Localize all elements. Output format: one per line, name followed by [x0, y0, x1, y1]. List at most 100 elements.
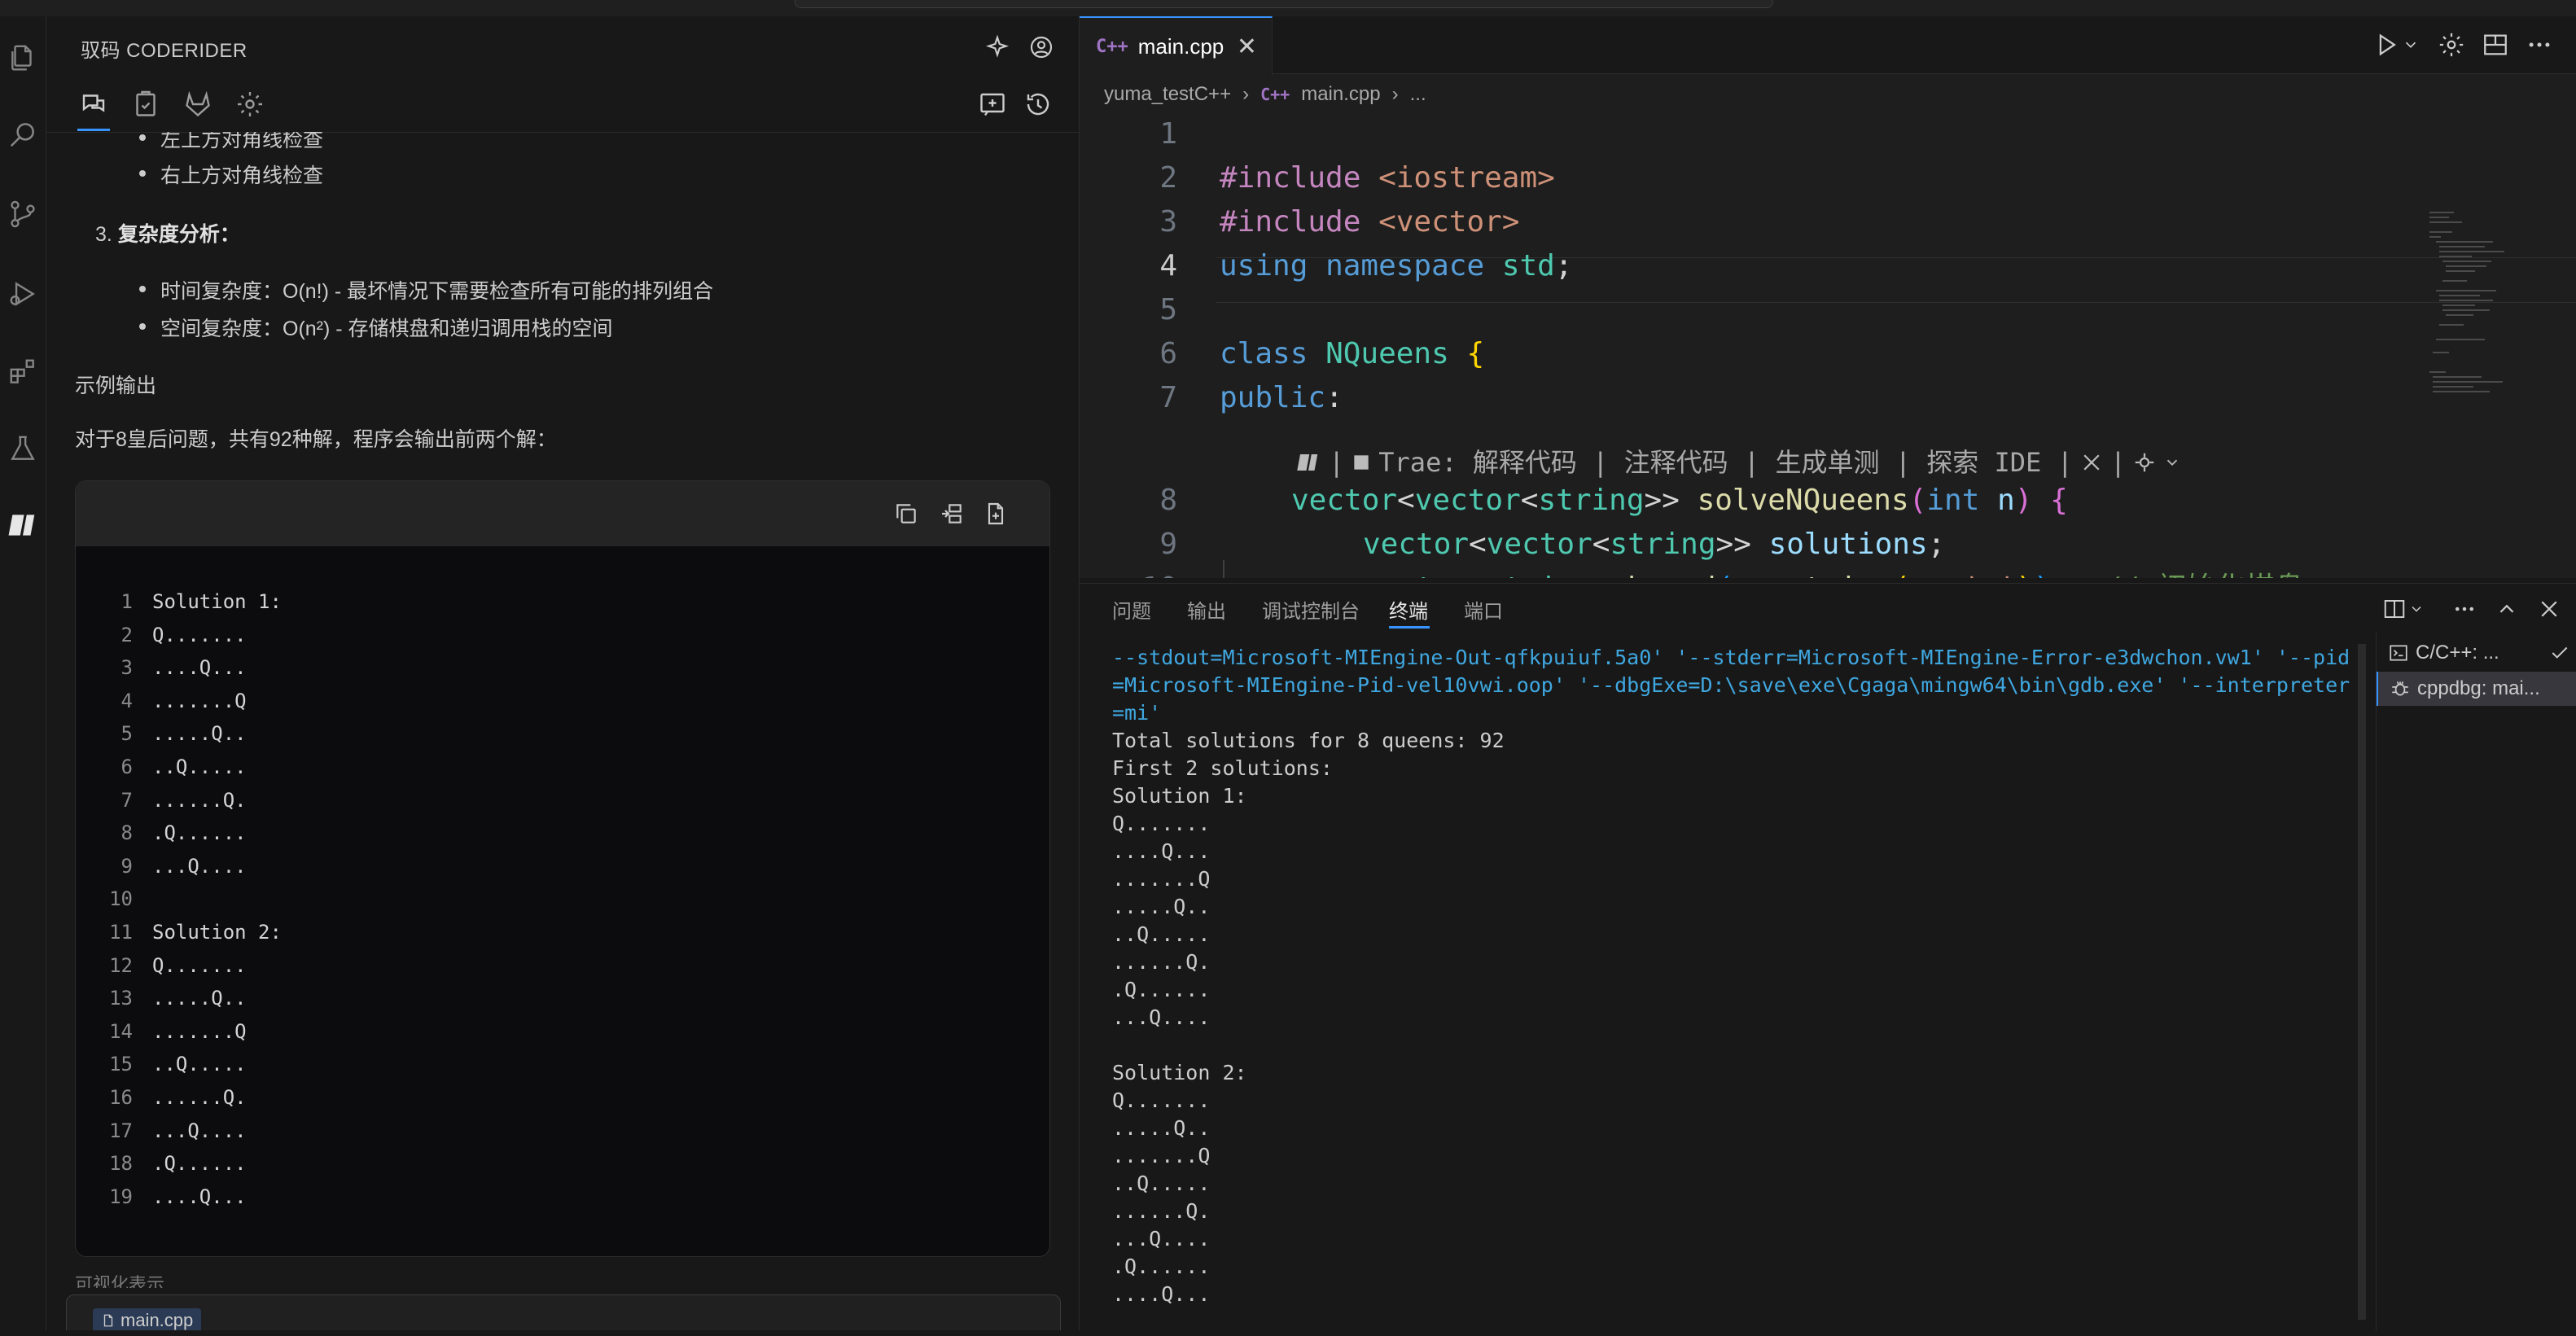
code-block-line: 10 [76, 883, 1049, 916]
active-tab-indicator [77, 129, 110, 131]
line-number: 12 [109, 953, 133, 977]
code-editor[interactable]: 1 2 #include <iostream> 3 #include <vector… [1080, 112, 2576, 578]
terminal[interactable]: --stdout=Microsoft-MIEngine-Out-qfkpuiuf… [1112, 644, 2576, 1336]
breadcrumb-folder[interactable]: yuma_testC++ [1104, 83, 1231, 106]
breadcrumb: yuma_testC++ › C++ main.cpp › ... [1104, 78, 1426, 111]
code-block-line: 18 .Q...... [76, 1147, 1049, 1180]
new-chat-icon[interactable] [978, 90, 1007, 119]
gitlab-tab-icon[interactable] [183, 90, 212, 119]
account-icon[interactable] [1028, 34, 1054, 60]
code-block-line: 7 ......Q. [76, 784, 1049, 817]
chevron-down-icon[interactable] [2402, 31, 2420, 59]
line-text: .....Q.. [152, 987, 247, 1010]
code-block-line: 11 Solution 2: [76, 916, 1049, 949]
context-file-chip[interactable]: main.cpp [93, 1308, 202, 1330]
code-block-line: 19 ....Q... [76, 1180, 1049, 1214]
close-icon[interactable] [2079, 450, 2104, 475]
code-line: 10vector<string> board(n, string(n, '.')… [1080, 567, 2304, 578]
tab-close-icon[interactable]: ✕ [1237, 33, 1257, 61]
code-line: 4 using namespace std; [1159, 249, 1573, 283]
settings-icon[interactable] [2132, 450, 2157, 475]
chat-tab-icon[interactable] [79, 90, 108, 119]
line-text: .Q...... [152, 1152, 247, 1176]
split-editor-icon[interactable] [2482, 31, 2509, 59]
maximize-panel-icon[interactable] [2495, 597, 2519, 621]
terminal-item-cppdbg[interactable]: cppdbg: mai... [2377, 672, 2576, 706]
code-block-line: 9 ...Q.... [76, 850, 1049, 883]
minimap[interactable] [2426, 208, 2524, 518]
more-actions-icon[interactable] [2452, 597, 2477, 621]
code-line: 5 [1159, 293, 1177, 326]
line-number: 17 [109, 1119, 133, 1142]
breadcrumb-symbol[interactable]: ... [1410, 83, 1426, 106]
split-terminal-icon[interactable] [2382, 597, 2407, 621]
chat-input[interactable]: main.cpp [66, 1294, 1061, 1330]
tab-output[interactable]: 输出 [1187, 595, 1226, 624]
copy-icon[interactable] [893, 501, 919, 527]
line-number: 2 [120, 623, 133, 646]
codelens-actions[interactable]: Trae: 解释代码 | 注释代码 | 生成单测 | 探索 IDE | [1378, 445, 2073, 480]
activity-bar [0, 16, 46, 1330]
code-block-line: 16 ......Q. [76, 1081, 1049, 1115]
chat-messages: 左上方对角线检查 右上方对角线检查 3. 复杂度分析： 时间复杂度：O(n!) … [46, 132, 1079, 1288]
editor-group: C++ main.cpp ✕ yuma_testC++ › C++ main.c… [1080, 16, 2576, 578]
code-line: 7 public: [1159, 381, 1343, 414]
line-text: ......Q. [152, 788, 247, 812]
coderider-logo-icon[interactable] [0, 497, 46, 554]
line-text: Q....... [152, 953, 247, 977]
line-text: Solution 1: [152, 590, 282, 613]
tab-debug-console[interactable]: 调试控制台 [1262, 595, 1360, 624]
tab-main-cpp[interactable]: C++ main.cpp ✕ [1080, 16, 1273, 75]
insert-code-icon[interactable] [939, 501, 965, 527]
source-control-icon[interactable] [0, 186, 46, 243]
terminal-list: C/C++: ... cppdbg: mai... [2376, 633, 2576, 1331]
tab-problems[interactable]: 问题 [1112, 595, 1151, 624]
code-block-line: 4 .......Q [76, 685, 1049, 718]
terminal-icon [2390, 645, 2407, 661]
panel-tabs: 问题 输出 调试控制台 终端 端口 [1080, 584, 2576, 633]
line-number: 15 [109, 1053, 133, 1076]
list-item: 空间复杂度：O(n²) - 存储棋盘和递归调用栈的空间 [139, 313, 613, 342]
run-debug-icon[interactable] [0, 265, 46, 322]
search-icon[interactable] [0, 106, 46, 163]
explorer-icon[interactable] [0, 29, 46, 86]
panel-tabs [46, 80, 1079, 133]
code-block-line: 13 .....Q.. [76, 982, 1049, 1015]
line-text: ....Q... [152, 656, 247, 680]
line-number: 7 [120, 788, 133, 812]
list-item: 时间复杂度：O(n!) - 最坏情况下需要检查所有可能的排列组合 [138, 275, 713, 304]
terminal-item-cpp-build[interactable]: C/C++: ... [2377, 636, 2576, 670]
chevron-down-icon[interactable] [2408, 597, 2425, 621]
terminal-scrollbar[interactable] [2358, 644, 2366, 1320]
chevron-down-icon[interactable] [2163, 453, 2181, 471]
section-title: 复杂度分析： [117, 223, 240, 246]
command-center[interactable] [795, 0, 1773, 8]
line-text: ...Q.... [152, 854, 247, 878]
more-actions-icon[interactable] [2526, 31, 2553, 59]
new-file-icon[interactable] [983, 501, 1009, 527]
breadcrumb-file[interactable]: main.cpp [1301, 83, 1380, 106]
code-line: 6 class NQueens { [1159, 337, 1485, 370]
code-line: 9 vector<vector<string>> solutions; [1159, 528, 1946, 561]
line-number: 3 [120, 656, 133, 680]
code-block-line: 8 .Q...... [76, 817, 1049, 850]
tab-terminal[interactable]: 终端 [1389, 595, 1428, 624]
line-text: .....Q.. [152, 722, 247, 746]
line-number: 10 [109, 887, 133, 911]
history-icon[interactable] [1023, 90, 1053, 119]
trae-codelens[interactable]: | Trae: 解释代码 | 注释代码 | 生成单测 | 探索 IDE | | [1295, 445, 2181, 480]
tasks-tab-icon[interactable] [131, 90, 160, 119]
sparkle-icon[interactable] [984, 34, 1010, 60]
settings-tab-icon[interactable] [235, 90, 265, 119]
tab-ports[interactable]: 端口 [1464, 595, 1503, 624]
run-icon[interactable] [2372, 31, 2400, 59]
close-panel-icon[interactable] [2537, 597, 2561, 621]
code-block-line: 6 ..Q..... [76, 751, 1049, 784]
file-icon [103, 1314, 113, 1327]
extensions-icon[interactable] [0, 344, 46, 401]
gear-icon[interactable] [2438, 31, 2465, 59]
coderider-panel: 驭码 CODERIDER 左上方对角线检查 右上方对角线检查 3. 复杂度分析：… [46, 16, 1080, 1330]
line-number: 19 [109, 1185, 133, 1208]
line-number: 11 [109, 920, 133, 944]
testing-icon[interactable] [0, 420, 46, 477]
